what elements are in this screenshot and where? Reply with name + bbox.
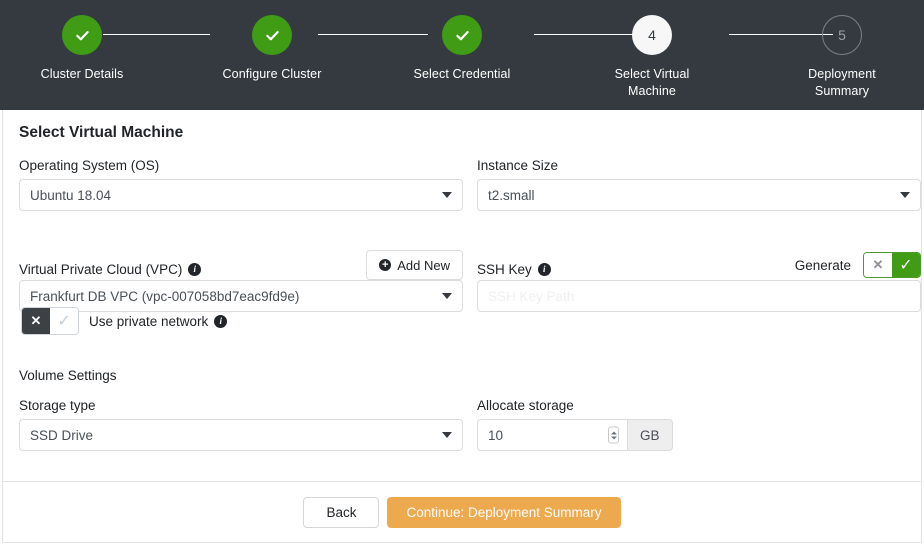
step-5-circle[interactable]: 5 (822, 15, 862, 55)
step-1-circle[interactable] (62, 15, 102, 55)
operating-system-value: Ubuntu 18.04 (30, 187, 112, 203)
number-spinner-icon[interactable] (608, 426, 619, 444)
generate-toggle: ✕ ✓ (863, 252, 921, 278)
spinner-down-icon[interactable] (610, 436, 617, 439)
ssh-key-path-input[interactable]: SSH Key Path (477, 280, 921, 312)
step-4-circle[interactable]: 4 (632, 15, 672, 55)
private-network-label: Use private network i (89, 313, 228, 329)
private-network-off-button[interactable]: ✕ (22, 308, 50, 334)
form-footer: Back Continue: Deployment Summary (2, 481, 922, 543)
form-row-os-instance: Operating System (OS) Ubuntu 18.04 Insta… (19, 158, 921, 211)
wizard-steps: Cluster Details Configure Cluster Select… (0, 0, 924, 110)
chevron-down-icon (442, 293, 452, 299)
check-icon (455, 30, 469, 40)
operating-system-select[interactable]: Ubuntu 18.04 (19, 179, 463, 211)
chevron-down-icon (900, 192, 910, 198)
private-network-toggle: ✕ ✓ (21, 307, 79, 335)
ssh-key-path-placeholder: SSH Key Path (488, 288, 575, 304)
allocate-storage-unit: GB (627, 419, 673, 451)
step-1-label: Cluster Details (40, 67, 124, 81)
form-row-volume: Storage type SSD Drive Allocate storage … (19, 398, 921, 451)
step-5-label: Deployment Summary (808, 67, 876, 98)
generate-on-button[interactable]: ✓ (892, 253, 920, 277)
field-instance-size: Instance Size t2.small (477, 158, 921, 211)
generate-label: Generate (794, 257, 851, 273)
vpc-label-row: Virtual Private Cloud (VPC) i + Add New (19, 236, 463, 280)
private-network-row: ✕ ✓ Use private network i (21, 307, 228, 335)
form-card: Select Virtual Machine Operating System … (2, 110, 922, 543)
step-3-label: Select Credential (413, 67, 511, 81)
step-2-circle[interactable] (252, 15, 292, 55)
wizard-header: Cluster Details Configure Cluster Select… (0, 0, 924, 110)
ssh-key-label-text: SSH Key (477, 262, 532, 277)
wizard-step-cluster-details[interactable]: Cluster Details (22, 15, 142, 83)
chevron-down-icon (442, 192, 452, 198)
wizard-step-select-virtual-machine[interactable]: 4 Select Virtual Machine (592, 15, 712, 100)
generate-toggle-group: Generate ✕ ✓ (795, 252, 921, 278)
add-new-vpc-button[interactable]: + Add New (366, 250, 463, 280)
info-icon[interactable]: i (214, 314, 228, 328)
allocate-storage-input[interactable]: 10 (477, 419, 627, 451)
private-network-label-text: Use private network (89, 313, 209, 329)
wizard-page: Cluster Details Configure Cluster Select… (0, 0, 924, 545)
allocate-storage-stepper: 10 GB (477, 419, 921, 451)
field-allocate-storage: Allocate storage 10 GB (477, 398, 921, 451)
step-4-label: Select Virtual Machine (614, 67, 690, 98)
step-3-circle[interactable] (442, 15, 482, 55)
field-storage-type: Storage type SSD Drive (19, 398, 463, 451)
check-icon (75, 30, 89, 40)
vpc-label: Virtual Private Cloud (VPC) i (19, 262, 202, 277)
add-new-vpc-label: Add New (397, 257, 450, 273)
storage-type-label: Storage type (19, 398, 96, 413)
ssh-key-label-row: SSH Key i Generate ✕ ✓ (477, 236, 921, 280)
form-row-vpc-ssh: Virtual Private Cloud (VPC) i + Add New … (19, 236, 921, 312)
info-icon[interactable]: i (537, 263, 551, 276)
step-2-label: Configure Cluster (222, 67, 322, 81)
storage-type-select[interactable]: SSD Drive (19, 419, 463, 451)
allocate-storage-label: Allocate storage (477, 398, 574, 413)
chevron-down-icon (442, 432, 452, 438)
wizard-step-deployment-summary[interactable]: 5 Deployment Summary (782, 15, 902, 100)
spinner-up-icon[interactable] (610, 431, 617, 434)
page-title: Select Virtual Machine (19, 124, 184, 141)
wizard-step-configure-cluster[interactable]: Configure Cluster (212, 15, 332, 83)
form-body: Select Virtual Machine Operating System … (3, 110, 921, 451)
wizard-step-select-credential[interactable]: Select Credential (402, 15, 522, 83)
field-operating-system: Operating System (OS) Ubuntu 18.04 (19, 158, 463, 211)
vpc-label-text: Virtual Private Cloud (VPC) (19, 262, 183, 277)
plus-circle-icon: + (379, 259, 392, 271)
field-ssh-key: SSH Key i Generate ✕ ✓ SSH Key Path (477, 236, 921, 312)
instance-size-select[interactable]: t2.small (477, 179, 921, 211)
operating-system-label: Operating System (OS) (19, 158, 160, 173)
ssh-key-label: SSH Key i (477, 262, 551, 277)
vpc-value: Frankfurt DB VPC (vpc-007058bd7eac9fd9e) (30, 288, 300, 304)
storage-type-value: SSD Drive (30, 427, 94, 443)
field-vpc: Virtual Private Cloud (VPC) i + Add New … (19, 236, 463, 312)
instance-size-value: t2.small (488, 187, 535, 203)
check-icon (265, 30, 279, 40)
private-network-on-button[interactable]: ✓ (50, 308, 78, 334)
back-button[interactable]: Back (303, 497, 380, 528)
instance-size-label: Instance Size (477, 158, 559, 173)
continue-button[interactable]: Continue: Deployment Summary (387, 497, 621, 528)
allocate-storage-value: 10 (488, 427, 504, 443)
volume-settings-title: Volume Settings (19, 368, 117, 383)
info-icon[interactable]: i (188, 263, 202, 276)
generate-off-button[interactable]: ✕ (864, 253, 892, 277)
